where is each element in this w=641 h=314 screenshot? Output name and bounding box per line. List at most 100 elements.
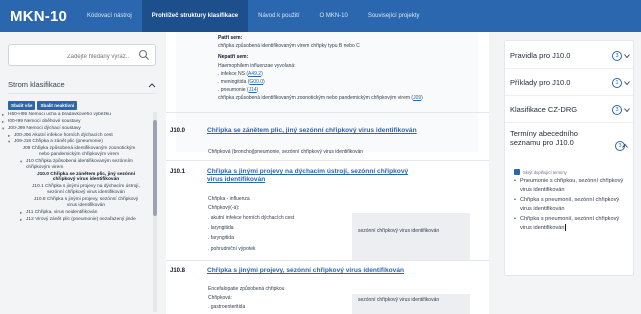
- nav-related-projects[interactable]: Související projekty: [358, 0, 430, 32]
- divider: [166, 260, 489, 261]
- bullet-icon: •: [514, 197, 516, 203]
- nav-structure-browser[interactable]: Prohlížeč struktury klasifikace: [141, 0, 249, 32]
- tree-node[interactable]: J10.8 Chřipka s jinými projevy, sezónní …: [2, 197, 152, 209]
- list-item: . pohrudniční výpotek: [208, 246, 256, 252]
- accordion-cz-drg[interactable]: Klasifikace CZ-DRG 3: [510, 105, 630, 115]
- exclude-zoonotic: chřipka způsobená identifikovaným zoonot…: [218, 95, 423, 101]
- chevron-down-icon[interactable]: [624, 107, 630, 113]
- excludes-haemophilus: Haemophilem influenzae vyvolaná:: [218, 63, 296, 69]
- divider: [505, 95, 633, 96]
- bullet-icon: •: [514, 178, 516, 184]
- hide-terms-checkbox[interactable]: [514, 169, 520, 175]
- accordion-label: Termíny abecedního seznamu pro J10.0: [510, 129, 578, 147]
- tree-node-selected[interactable]: J10.0 Chřipka se zánětem plic, jiný sezó…: [2, 172, 152, 184]
- nav-about[interactable]: O MKN-10: [309, 0, 357, 32]
- search-box: [8, 44, 156, 67]
- term-list-item: • Chřipka s pneumonií, sezónní chřipkový …: [514, 215, 630, 233]
- collapse-all-button[interactable]: Sbalit vše: [8, 101, 36, 110]
- tree-node-label: J00-J06 Akutní infekce horních dýchacích…: [14, 132, 113, 138]
- accordion-label: Pravidla pro J10.0: [510, 51, 571, 60]
- grey-note-box: sezónní chřipkový virus identifikován: [352, 213, 470, 261]
- caret-down-icon: ▾: [2, 125, 5, 131]
- tree-node-label: J09-J18 Chřipka a zánět plic (pneumonie): [14, 139, 103, 145]
- code-link[interactable]: J09: [413, 95, 421, 101]
- caret-right-icon: ▸: [20, 209, 23, 215]
- tree-node[interactable]: ▸ J00-J06 Akutní infekce horních dýchacíc…: [2, 133, 152, 139]
- term-list-item: • Chřipka s pneumonií, sezónní chřipkový …: [514, 197, 620, 213]
- chevron-down-icon[interactable]: [624, 53, 630, 59]
- accordion-label: Klasifikace CZ-DRG: [510, 105, 578, 114]
- tree-node[interactable]: ▸ I00-I99 Nemoci oběhové soustavy: [2, 119, 152, 125]
- tree-node[interactable]: ▸ H60-H95 Nemoci ucha a bradavkového výbě…: [2, 112, 152, 118]
- code-title-link[interactable]: Chřipka se zánětem plic, jiný sezónní ch…: [207, 127, 447, 135]
- code-description: Chřipková (bronchoj)pneumonie, sezónní c…: [208, 149, 364, 155]
- tree-node-label: H60-H95 Nemoci ucha a bradavkového výběž…: [8, 112, 111, 117]
- left-sidebar: Strom klasifikace Sbalit vše Sbalit neak…: [0, 32, 160, 314]
- chevron-down-icon[interactable]: [624, 80, 630, 86]
- list-item: . akutní infekce horních dýchacích cest: [208, 215, 295, 221]
- chevron-up-icon[interactable]: [148, 82, 156, 88]
- excludes-label: Nepatří sem:: [218, 54, 249, 60]
- tree-title: Strom klasifikace: [8, 80, 65, 89]
- chevron-up-icon[interactable]: [622, 143, 628, 149]
- tree-node[interactable]: ▾ J09-J18 Chřipka a zánět plic (pneumonie…: [2, 139, 152, 145]
- code-title-link[interactable]: Chřipka s jinými projevy, sezónní chřipk…: [207, 267, 457, 275]
- tree-node-label: J10.8 Chřipka s jinými projevy, sezónní …: [33, 196, 139, 208]
- code-label: J10.0: [170, 128, 186, 134]
- tree-header[interactable]: Strom klasifikace: [8, 76, 156, 94]
- nav-coding-tool[interactable]: Kódovací nástroj: [77, 0, 142, 32]
- grey-note-box: sezónní chřipkový virus identifikován: [352, 294, 470, 314]
- brand-logo[interactable]: MKN-10: [0, 8, 77, 25]
- code-link[interactable]: G00.0: [249, 79, 263, 85]
- search-icon[interactable]: [138, 49, 150, 61]
- top-navbar: MKN-10 Kódovací nástroj Prohlížeč strukt…: [0, 0, 641, 32]
- code-link[interactable]: A49.2: [248, 71, 261, 77]
- term-list-item: • Pneumonie s chřipkou, sezónní chřipkový…: [514, 178, 624, 194]
- tree-node[interactable]: ▸ J11 Chřipka, virus neidentifikován: [2, 210, 152, 216]
- includes-text: chřipka způsobená identifikovaným virem …: [218, 43, 360, 49]
- code-link[interactable]: J14: [249, 87, 257, 93]
- bullet-icon: •: [514, 216, 516, 222]
- caret-right-icon: ▸: [8, 132, 11, 138]
- count-badge: 3: [612, 105, 622, 115]
- caret-right-icon: ▸: [20, 216, 23, 222]
- tree-scrollbar-thumb[interactable]: [153, 120, 157, 216]
- divider: [166, 160, 489, 161]
- tree-node[interactable]: J10.1 Chřipka s jinými projevy na dýchac…: [2, 184, 152, 196]
- code-subheading: Chřipková:: [208, 295, 232, 301]
- tree-node-label: J12 Virový zánět plic (pneumonie) nezařa…: [26, 216, 136, 222]
- count-badge: 1: [612, 78, 622, 88]
- code-title-link[interactable]: Chřipka s jinými projevy na dýchacím úst…: [207, 168, 417, 184]
- tree-node-label: I00-I99 Nemoci oběhové soustavy: [8, 118, 81, 124]
- accordion-examples[interactable]: Příklady pro J10.0 1: [510, 78, 630, 88]
- text-cursor: [565, 224, 567, 232]
- caret-right-icon: ▸: [2, 118, 5, 124]
- accordion-rules[interactable]: Pravidla pro J10.0 3: [510, 51, 630, 61]
- collapse-inactive-button[interactable]: Sbalit neaktivní: [37, 101, 78, 110]
- divider: [166, 112, 489, 113]
- caret-down-icon: ▾: [20, 158, 23, 164]
- tree-node-label: J10.1 Chřipka s jinými projevy na dýchac…: [32, 184, 140, 196]
- tree-node[interactable]: ▾ J00-J99 Nemoci dýchací soustavy: [2, 126, 152, 132]
- tree-node[interactable]: J09 Chřipka způsobená identifikovaným zo…: [2, 146, 152, 158]
- count-badge: 3: [612, 51, 622, 61]
- right-info-panel: Pravidla pro J10.0 3 Příklady pro J10.0 …: [504, 40, 634, 276]
- includes-label: Patří sem:: [218, 35, 243, 41]
- nav-guide[interactable]: Návod k použití: [248, 0, 309, 32]
- caret-right-icon: ▸: [2, 112, 5, 117]
- accordion-alphabetic-terms[interactable]: Termíny abecedního seznamu pro J10.0: [510, 129, 610, 147]
- hide-terms-label: Skrýt doplňující termíny: [523, 170, 567, 175]
- code-subheading: Chřipkový(-á):: [208, 205, 240, 211]
- tree-node[interactable]: ▸ J12 Virový zánět plic (pneumonie) nezař…: [2, 217, 152, 223]
- code-label: J10.8: [170, 268, 186, 274]
- search-input[interactable]: [9, 47, 129, 67]
- tree-node[interactable]: ▾ J10 Chřipka způsobená identifikovaným s…: [2, 159, 152, 171]
- term-text: Chřipka s pneumonií, sezónní chřipkový v…: [520, 216, 620, 232]
- tree-node-label: J11 Chřipka, virus neidentifikován: [26, 209, 98, 215]
- tree-node-label: J10.0 Chřipka se zánětem plic, jiný sezó…: [36, 171, 136, 183]
- code-description: Chřipka - influenza: [208, 196, 250, 202]
- tree-node-label: J09 Chřipka způsobená identifikovaným zo…: [22, 146, 136, 158]
- exclude-item: . infekce NS (A49.2): [218, 71, 263, 77]
- grey-note-text: sezónní chřipkový virus identifikován: [358, 297, 440, 303]
- list-item: . laryngitida: [208, 225, 234, 231]
